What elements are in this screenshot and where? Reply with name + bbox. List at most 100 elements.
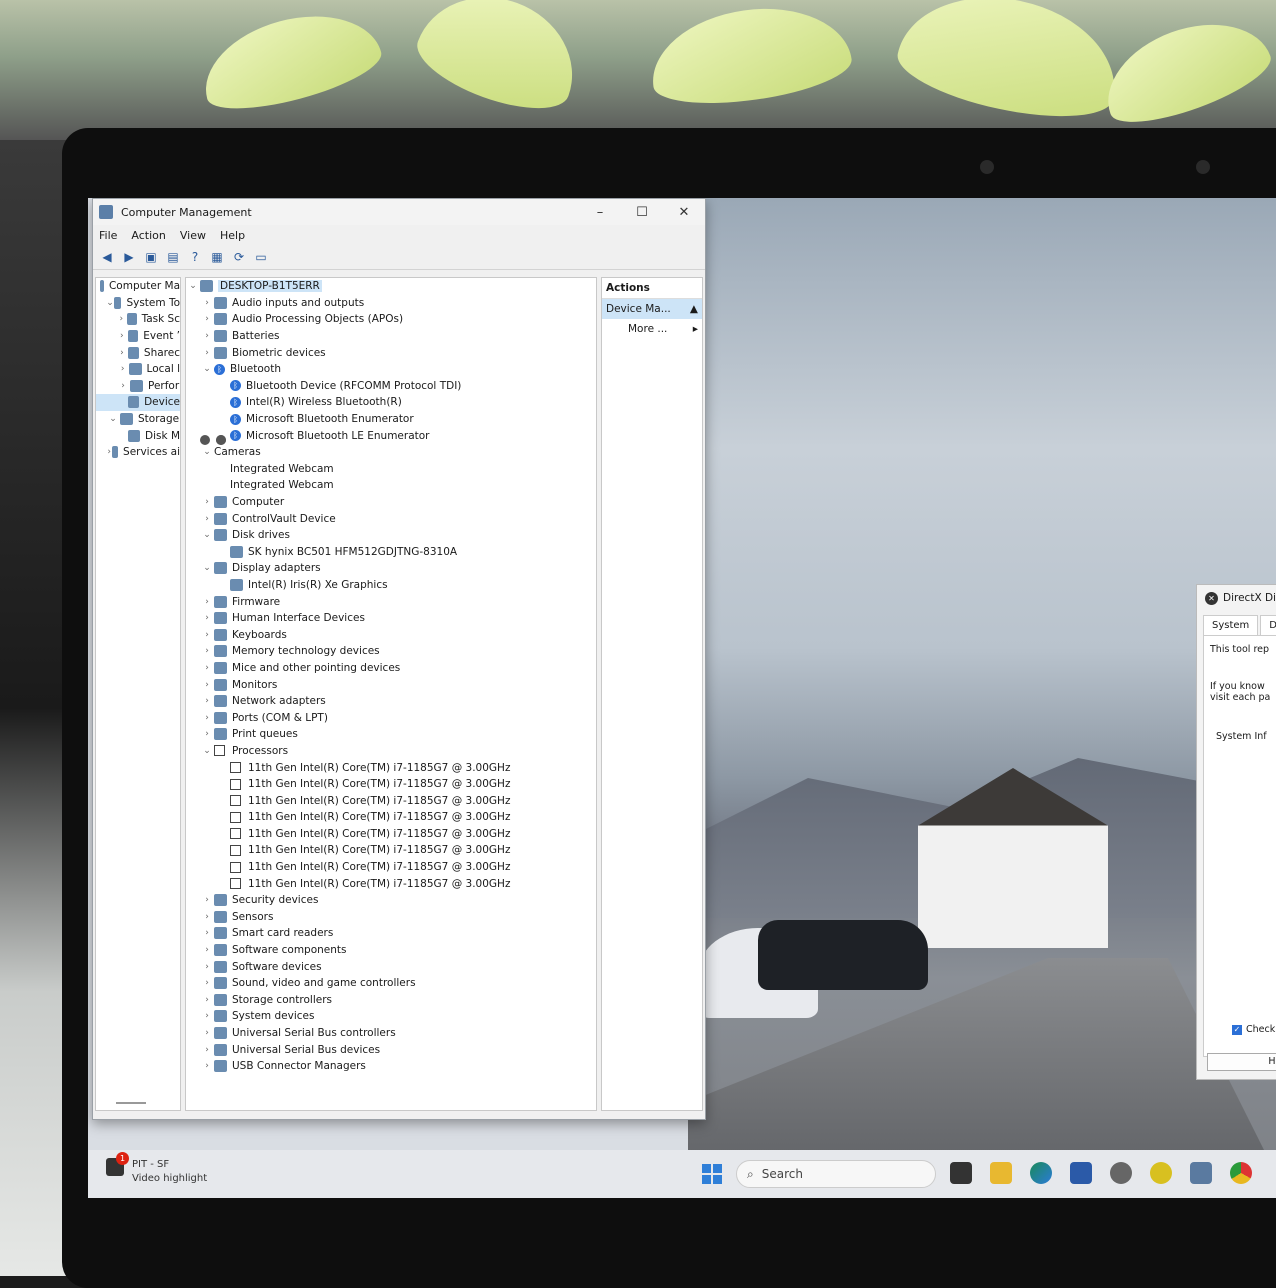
collapse-up-icon[interactable]: ▲ (690, 303, 698, 315)
tree-item[interactable]: Disk M (96, 427, 180, 444)
device-category[interactable]: ⌄ ᛒ Bluetooth (186, 361, 596, 378)
device-category[interactable]: › Firmware (186, 593, 596, 610)
up-folder-icon[interactable]: ▣ (143, 249, 159, 265)
device-category[interactable]: › Keyboards (186, 626, 596, 643)
expand-chevron-icon[interactable]: › (200, 1011, 214, 1021)
expand-chevron-icon[interactable]: › (200, 729, 214, 739)
device-category[interactable]: ⌄ Disk drives (186, 527, 596, 544)
expand-chevron-icon[interactable]: › (200, 298, 214, 308)
expand-chevron-icon[interactable]: › (200, 995, 214, 1005)
checkbox-checked-icon[interactable]: ✓ (1232, 1024, 1242, 1035)
device-item[interactable]: 11th Gen Intel(R) Core(TM) i7-1185G7 @ 3… (186, 809, 596, 826)
expand-chevron-icon[interactable]: › (200, 331, 214, 341)
device-category[interactable]: › ControlVault Device (186, 510, 596, 527)
monitor-icon[interactable]: ▭ (253, 249, 269, 265)
device-category[interactable]: › Monitors (186, 676, 596, 693)
expand-chevron-icon[interactable]: › (200, 912, 214, 922)
expand-chevron-icon[interactable]: ⌄ (186, 281, 200, 291)
device-category[interactable]: › Software devices (186, 958, 596, 975)
device-category[interactable]: › Software components (186, 942, 596, 959)
device-category[interactable]: › Print queues (186, 726, 596, 743)
expand-chevron-icon[interactable]: › (116, 364, 129, 374)
device-category[interactable]: › Computer (186, 494, 596, 511)
device-item[interactable]: ᛒ Bluetooth Device (RFCOMM Protocol TDI) (186, 378, 596, 395)
tab-display[interactable]: Disp (1260, 615, 1276, 635)
device-category[interactable]: › Memory technology devices (186, 643, 596, 660)
tree-item[interactable]: ⌄ System To (96, 295, 180, 312)
device-category[interactable]: ⌄ Display adapters (186, 560, 596, 577)
device-category[interactable]: › Network adapters (186, 693, 596, 710)
expand-chevron-icon[interactable]: › (200, 646, 214, 656)
expand-chevron-icon[interactable]: › (200, 630, 214, 640)
expand-chevron-icon[interactable]: ⌄ (106, 414, 120, 424)
expand-chevron-icon[interactable]: ⌄ (200, 447, 214, 457)
menu-view[interactable]: View (180, 229, 206, 242)
device-item[interactable]: Integrated Webcam (186, 435, 596, 494)
tree-item[interactable]: › Perfor (96, 378, 180, 395)
tab-system[interactable]: System (1203, 615, 1259, 635)
expand-chevron-icon[interactable]: › (116, 348, 128, 358)
expand-chevron-icon[interactable]: › (200, 696, 214, 706)
tree-item[interactable]: › Event ’ (96, 328, 180, 345)
show-hide-tree-icon[interactable]: ▤ (165, 249, 181, 265)
forward-arrow-icon[interactable]: ▶ (121, 249, 137, 265)
windows-start-icon[interactable] (702, 1164, 722, 1184)
device-category[interactable]: › Human Interface Devices (186, 610, 596, 627)
expand-chevron-icon[interactable]: › (116, 314, 127, 324)
device-category[interactable]: › Storage controllers (186, 992, 596, 1009)
device-category[interactable]: › Sensors (186, 909, 596, 926)
expand-chevron-icon[interactable]: › (200, 713, 214, 723)
device-item[interactable]: 11th Gen Intel(R) Core(TM) i7-1185G7 @ 3… (186, 842, 596, 859)
menu-file[interactable]: File (99, 229, 117, 242)
back-arrow-icon[interactable]: ◀ (99, 249, 115, 265)
expand-chevron-icon[interactable]: ⌄ (200, 530, 214, 540)
device-item[interactable]: ᛒ Microsoft Bluetooth LE Enumerator (186, 427, 596, 444)
computer-management-taskbar-icon[interactable] (1190, 1162, 1212, 1184)
device-item[interactable]: SK hynix BC501 HFM512GDJTNG-8310A (186, 544, 596, 561)
device-category[interactable]: ⌄ Cameras (186, 435, 596, 461)
device-category[interactable]: › Mice and other pointing devices (186, 660, 596, 677)
expand-chevron-icon[interactable]: › (200, 895, 214, 905)
maximize-button[interactable]: ☐ (621, 205, 663, 220)
actions-device-manager[interactable]: Device Ma... ▲ (602, 299, 702, 319)
horizontal-scrollbar[interactable] (116, 1102, 146, 1104)
chrome-icon[interactable] (1230, 1162, 1252, 1184)
expand-chevron-icon[interactable]: › (200, 514, 214, 524)
device-item[interactable]: 11th Gen Intel(R) Core(TM) i7-1185G7 @ 3… (186, 792, 596, 809)
actions-more[interactable]: More ... ▸ (602, 319, 702, 339)
expand-chevron-icon[interactable]: › (200, 1045, 214, 1055)
taskbar-search[interactable]: ⌕ Search (736, 1160, 936, 1188)
expand-chevron-icon[interactable]: ⌄ (200, 563, 214, 573)
device-category[interactable]: › Biometric devices (186, 344, 596, 361)
device-category[interactable]: › USB Connector Managers (186, 1058, 596, 1075)
menu-help[interactable]: Help (220, 229, 245, 242)
expand-chevron-icon[interactable]: ⌄ (200, 746, 214, 756)
device-item[interactable]: 11th Gen Intel(R) Core(TM) i7-1185G7 @ 3… (186, 759, 596, 776)
device-category[interactable]: › Sound, video and game controllers (186, 975, 596, 992)
close-button[interactable]: ✕ (663, 205, 705, 220)
file-explorer-icon[interactable] (990, 1162, 1012, 1184)
expand-chevron-icon[interactable]: › (200, 497, 214, 507)
tree-item[interactable]: Computer Ma (96, 278, 180, 295)
tree-item[interactable]: Device (96, 394, 180, 411)
dx-check-option[interactable]: ✓ Check f (1232, 1024, 1276, 1035)
device-item[interactable]: 11th Gen Intel(R) Core(TM) i7-1185G7 @ 3… (186, 776, 596, 793)
device-item[interactable]: 11th Gen Intel(R) Core(TM) i7-1185G7 @ 3… (186, 826, 596, 843)
tree-item[interactable]: › Sharec (96, 344, 180, 361)
device-category[interactable]: › Audio inputs and outputs (186, 295, 596, 312)
expand-chevron-icon[interactable]: › (116, 331, 128, 341)
expand-chevron-icon[interactable]: › (200, 314, 214, 324)
device-item[interactable]: 11th Gen Intel(R) Core(TM) i7-1185G7 @ 3… (186, 875, 596, 892)
help-icon[interactable]: ? (187, 249, 203, 265)
dx-help-button[interactable]: Help (1207, 1053, 1276, 1071)
device-root[interactable]: ⌄ DESKTOP-B1T5ERR (186, 278, 596, 295)
tree-item[interactable]: › Local l (96, 361, 180, 378)
refresh-icon[interactable]: ⟳ (231, 249, 247, 265)
minimize-button[interactable]: – (579, 205, 621, 220)
device-item[interactable]: 11th Gen Intel(R) Core(TM) i7-1185G7 @ 3… (186, 859, 596, 876)
device-item[interactable]: ᛒ Intel(R) Wireless Bluetooth(R) (186, 394, 596, 411)
edge-browser-icon[interactable] (1030, 1162, 1052, 1184)
device-category[interactable]: › Security devices (186, 892, 596, 909)
notification-widget[interactable]: 1 PIT - SF Video highlight (106, 1152, 207, 1186)
tree-item[interactable]: ⌄ Storage (96, 411, 180, 428)
